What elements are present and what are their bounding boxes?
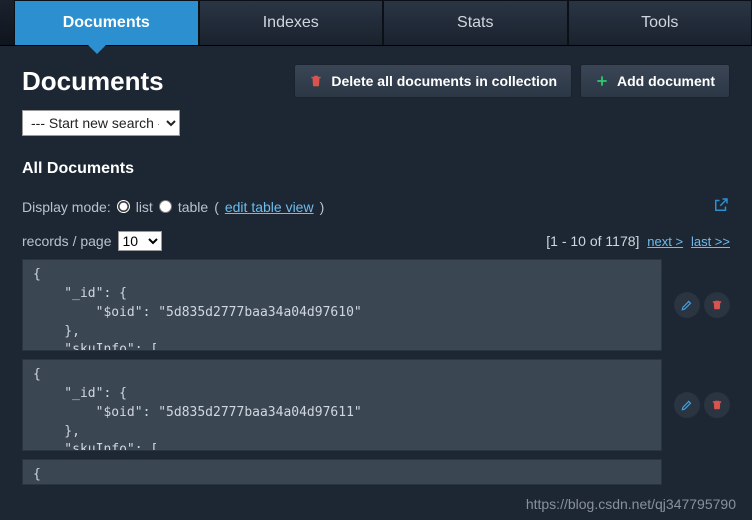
plus-icon (595, 74, 609, 88)
tab-documents[interactable]: Documents (14, 0, 199, 45)
pager-last[interactable]: last >> (691, 234, 730, 249)
display-mode-table-radio[interactable] (159, 200, 172, 213)
pager-range: [1 - 10 of 1178] (546, 233, 639, 249)
search-select[interactable]: --- Start new search --- (22, 110, 180, 136)
pager-next[interactable]: next > (647, 234, 683, 249)
edit-document-button[interactable] (674, 292, 700, 318)
tab-bar: Documents Indexes Stats Tools (0, 0, 752, 46)
records-per-page-select[interactable]: 10 (118, 231, 162, 251)
add-document-button[interactable]: Add document (580, 64, 730, 98)
display-mode-list-label: list (136, 199, 153, 215)
tab-tools[interactable]: Tools (568, 0, 752, 45)
add-document-label: Add document (617, 73, 715, 89)
watermark: https://blog.csdn.net/qj347795790 (526, 496, 736, 512)
document-row[interactable]: { "_id": { "$oid": "5d835d2777baa34a04d9… (22, 359, 662, 451)
delete-document-button[interactable] (704, 292, 730, 318)
document-row[interactable]: { "_id": { (22, 459, 662, 485)
display-mode-label: Display mode: (22, 199, 111, 215)
document-row[interactable]: { "_id": { "$oid": "5d835d2777baa34a04d9… (22, 259, 662, 351)
tab-indexes[interactable]: Indexes (199, 0, 384, 45)
delete-document-button[interactable] (704, 392, 730, 418)
tab-stats[interactable]: Stats (383, 0, 568, 45)
display-mode-table-label: table (178, 199, 208, 215)
trash-icon (309, 74, 323, 88)
export-icon[interactable] (712, 196, 730, 217)
delete-all-label: Delete all documents in collection (331, 73, 557, 89)
records-per-page-label: records / page (22, 233, 112, 249)
edit-document-button[interactable] (674, 392, 700, 418)
delete-all-button[interactable]: Delete all documents in collection (294, 64, 572, 98)
page-title: Documents (22, 66, 164, 97)
display-mode-list-radio[interactable] (117, 200, 130, 213)
edit-table-view-link[interactable]: edit table view (225, 199, 314, 215)
all-documents-heading: All Documents (22, 160, 730, 178)
